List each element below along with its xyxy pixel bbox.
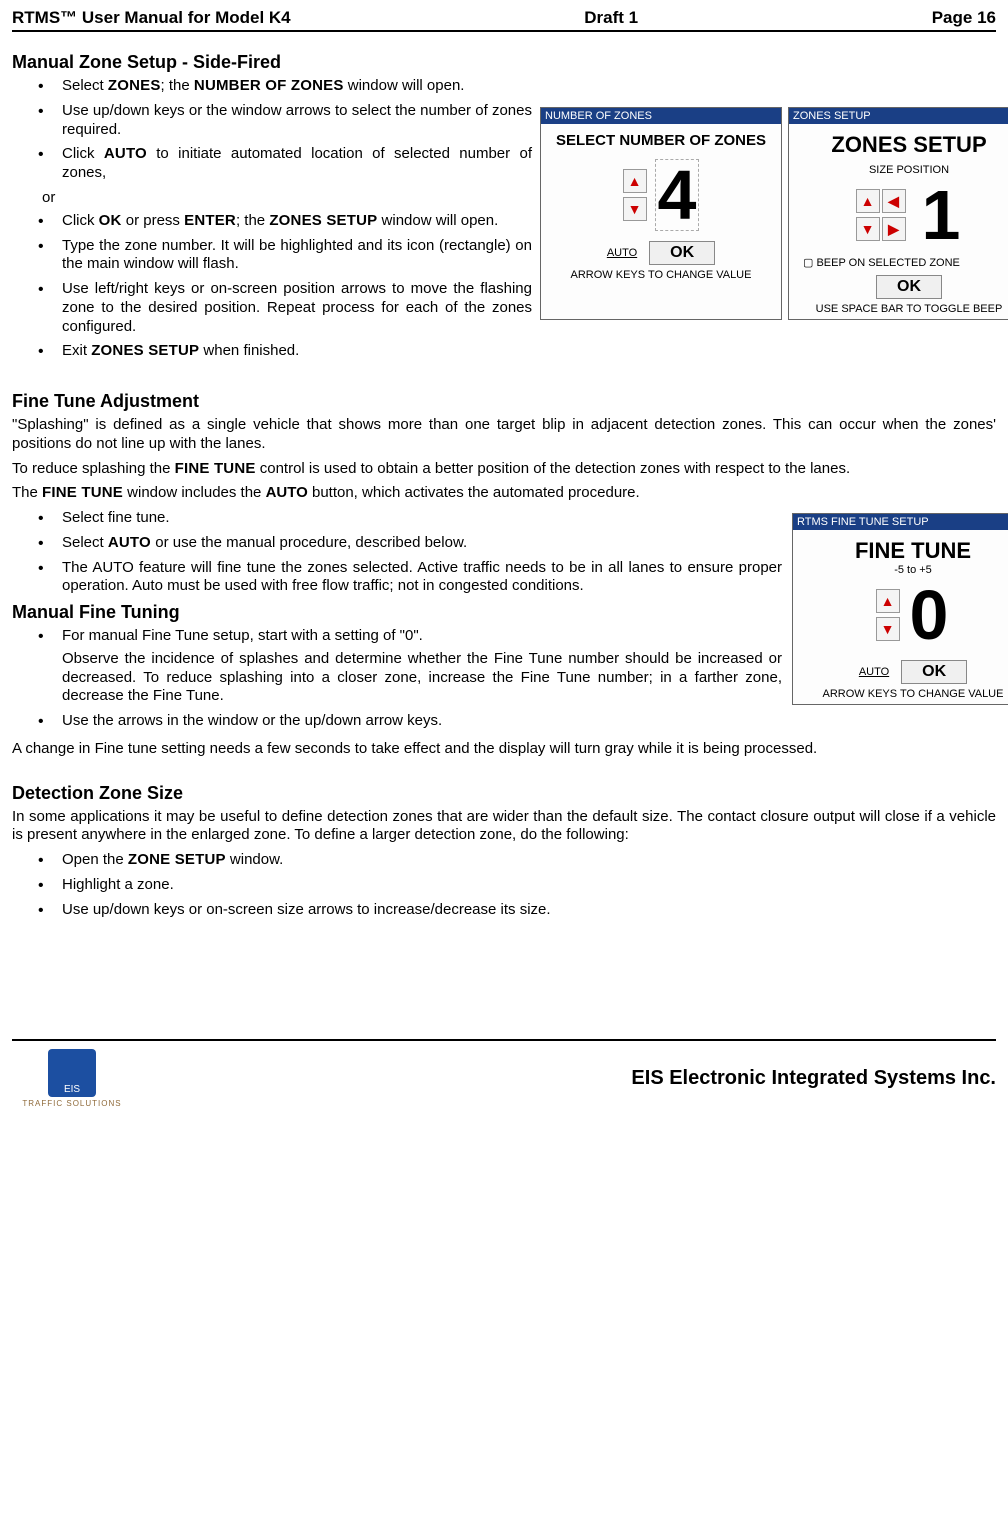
- panel-range: -5 to +5: [799, 564, 1008, 576]
- list-item: The AUTO feature will fine tune the zone…: [12, 559, 782, 597]
- list-item: Highlight a zone.: [12, 876, 996, 895]
- manual-zone-list-2: Click OK or press ENTER; the ZONES SETUP…: [12, 212, 532, 361]
- arrow-down-icon[interactable]: ▼: [876, 617, 900, 641]
- zone-number-value: 1: [920, 180, 963, 250]
- list-item-sub: Observe the incidence of splashes and de…: [62, 650, 782, 706]
- panel-titlebar: RTMS FINE TUNE SETUP: [793, 514, 1008, 530]
- auto-button[interactable]: AUTO: [607, 247, 637, 259]
- list-item: Use up/down keys or on-screen size arrow…: [12, 901, 996, 920]
- paragraph: The FINE TUNE window includes the AUTO b…: [12, 484, 996, 503]
- list-item: Click OK or press ENTER; the ZONES SETUP…: [12, 212, 532, 231]
- manual-zone-list: Select ZONES; the NUMBER OF ZONES window…: [12, 77, 532, 183]
- arrow-down-icon[interactable]: ▼: [856, 217, 880, 241]
- heading-manual-fine-tuning: Manual Fine Tuning: [12, 602, 782, 623]
- list-item: For manual Fine Tune setup, start with a…: [12, 627, 782, 706]
- panel-titlebar: ZONES SETUP: [789, 108, 1008, 124]
- ok-button[interactable]: OK: [901, 660, 967, 684]
- fine-tune-list: Select fine tune. Select AUTO or use the…: [12, 509, 782, 596]
- heading-manual-zone-setup: Manual Zone Setup - Side-Fired: [12, 52, 996, 73]
- panel-footer-text: ARROW KEYS TO CHANGE VALUE: [799, 688, 1008, 700]
- arrow-down-icon[interactable]: ▼: [623, 197, 647, 221]
- footer-company: EIS Electronic Integrated Systems Inc.: [132, 1067, 996, 1090]
- list-item: Use up/down keys or the window arrows to…: [12, 102, 532, 140]
- heading-fine-tune: Fine Tune Adjustment: [12, 391, 996, 412]
- arrow-right-icon[interactable]: ▶: [882, 217, 906, 241]
- header-right: Page 16: [932, 8, 996, 28]
- paragraph: "Splashing" is defined as a single vehic…: [12, 416, 996, 454]
- footer-logo: TRAFFIC SOLUTIONS: [12, 1049, 132, 1108]
- arrow-up-icon[interactable]: ▲: [876, 589, 900, 613]
- paragraph: To reduce splashing the FINE TUNE contro…: [12, 460, 996, 479]
- header-left: RTMS™ User Manual for Model K4: [12, 8, 291, 28]
- eis-logo-icon: [48, 1049, 96, 1097]
- panel-subheading: SIZE POSITION: [795, 164, 1008, 176]
- list-item: Exit ZONES SETUP when finished.: [12, 342, 532, 361]
- list-item: Use left/right keys or on-screen positio…: [12, 280, 532, 336]
- panel-footer-text: ARROW KEYS TO CHANGE VALUE: [547, 269, 775, 281]
- page-footer: TRAFFIC SOLUTIONS EIS Electronic Integra…: [12, 1039, 996, 1108]
- arrow-left-icon[interactable]: ◀: [882, 189, 906, 213]
- list-item: Type the zone number. It will be highlig…: [12, 237, 532, 275]
- paragraph: A change in Fine tune setting needs a fe…: [12, 740, 996, 759]
- ok-button[interactable]: OK: [876, 275, 942, 299]
- list-item: Select ZONES; the NUMBER OF ZONES window…: [12, 77, 532, 96]
- panel-footer-text: USE SPACE BAR TO TOGGLE BEEP: [795, 303, 1008, 315]
- header-center: Draft 1: [584, 8, 638, 28]
- det-zone-list: Open the ZONE SETUP window. Highlight a …: [12, 851, 996, 919]
- paragraph: In some applications it may be useful to…: [12, 808, 996, 846]
- fine-tune-value: 0: [908, 580, 951, 650]
- list-item: Select AUTO or use the manual procedure,…: [12, 534, 782, 553]
- heading-detection-zone-size: Detection Zone Size: [12, 783, 996, 804]
- arrow-up-icon[interactable]: ▲: [623, 169, 647, 193]
- panel-titlebar: NUMBER OF ZONES: [541, 108, 781, 124]
- list-item: Use the arrows in the window or the up/d…: [12, 712, 782, 731]
- list-item: Open the ZONE SETUP window.: [12, 851, 996, 870]
- footer-logo-subtext: TRAFFIC SOLUTIONS: [12, 1099, 132, 1108]
- panel-fine-tune: RTMS FINE TUNE SETUP FINE TUNE -5 to +5 …: [792, 513, 1008, 705]
- or-text: or: [12, 189, 532, 206]
- panel-heading: FINE TUNE: [799, 538, 1008, 564]
- beep-checkbox[interactable]: BEEP ON SELECTED ZONE: [803, 256, 1008, 269]
- zone-count-value: 4: [655, 159, 700, 231]
- manual-fine-list: For manual Fine Tune setup, start with a…: [12, 627, 782, 731]
- page-header: RTMS™ User Manual for Model K4 Draft 1 P…: [12, 8, 996, 32]
- panel-zones-setup: ZONES SETUP ZONES SETUP SIZE POSITION ▲ …: [788, 107, 1008, 320]
- auto-button[interactable]: AUTO: [859, 666, 889, 678]
- list-item: Click AUTO to initiate automated locatio…: [12, 145, 532, 183]
- panel-heading: ZONES SETUP: [795, 132, 1008, 158]
- list-item: Select fine tune.: [12, 509, 782, 528]
- arrow-up-icon[interactable]: ▲: [856, 189, 880, 213]
- panel-heading: SELECT NUMBER OF ZONES: [547, 132, 775, 149]
- ok-button[interactable]: OK: [649, 241, 715, 265]
- panel-number-of-zones: NUMBER OF ZONES SELECT NUMBER OF ZONES ▲…: [540, 107, 782, 320]
